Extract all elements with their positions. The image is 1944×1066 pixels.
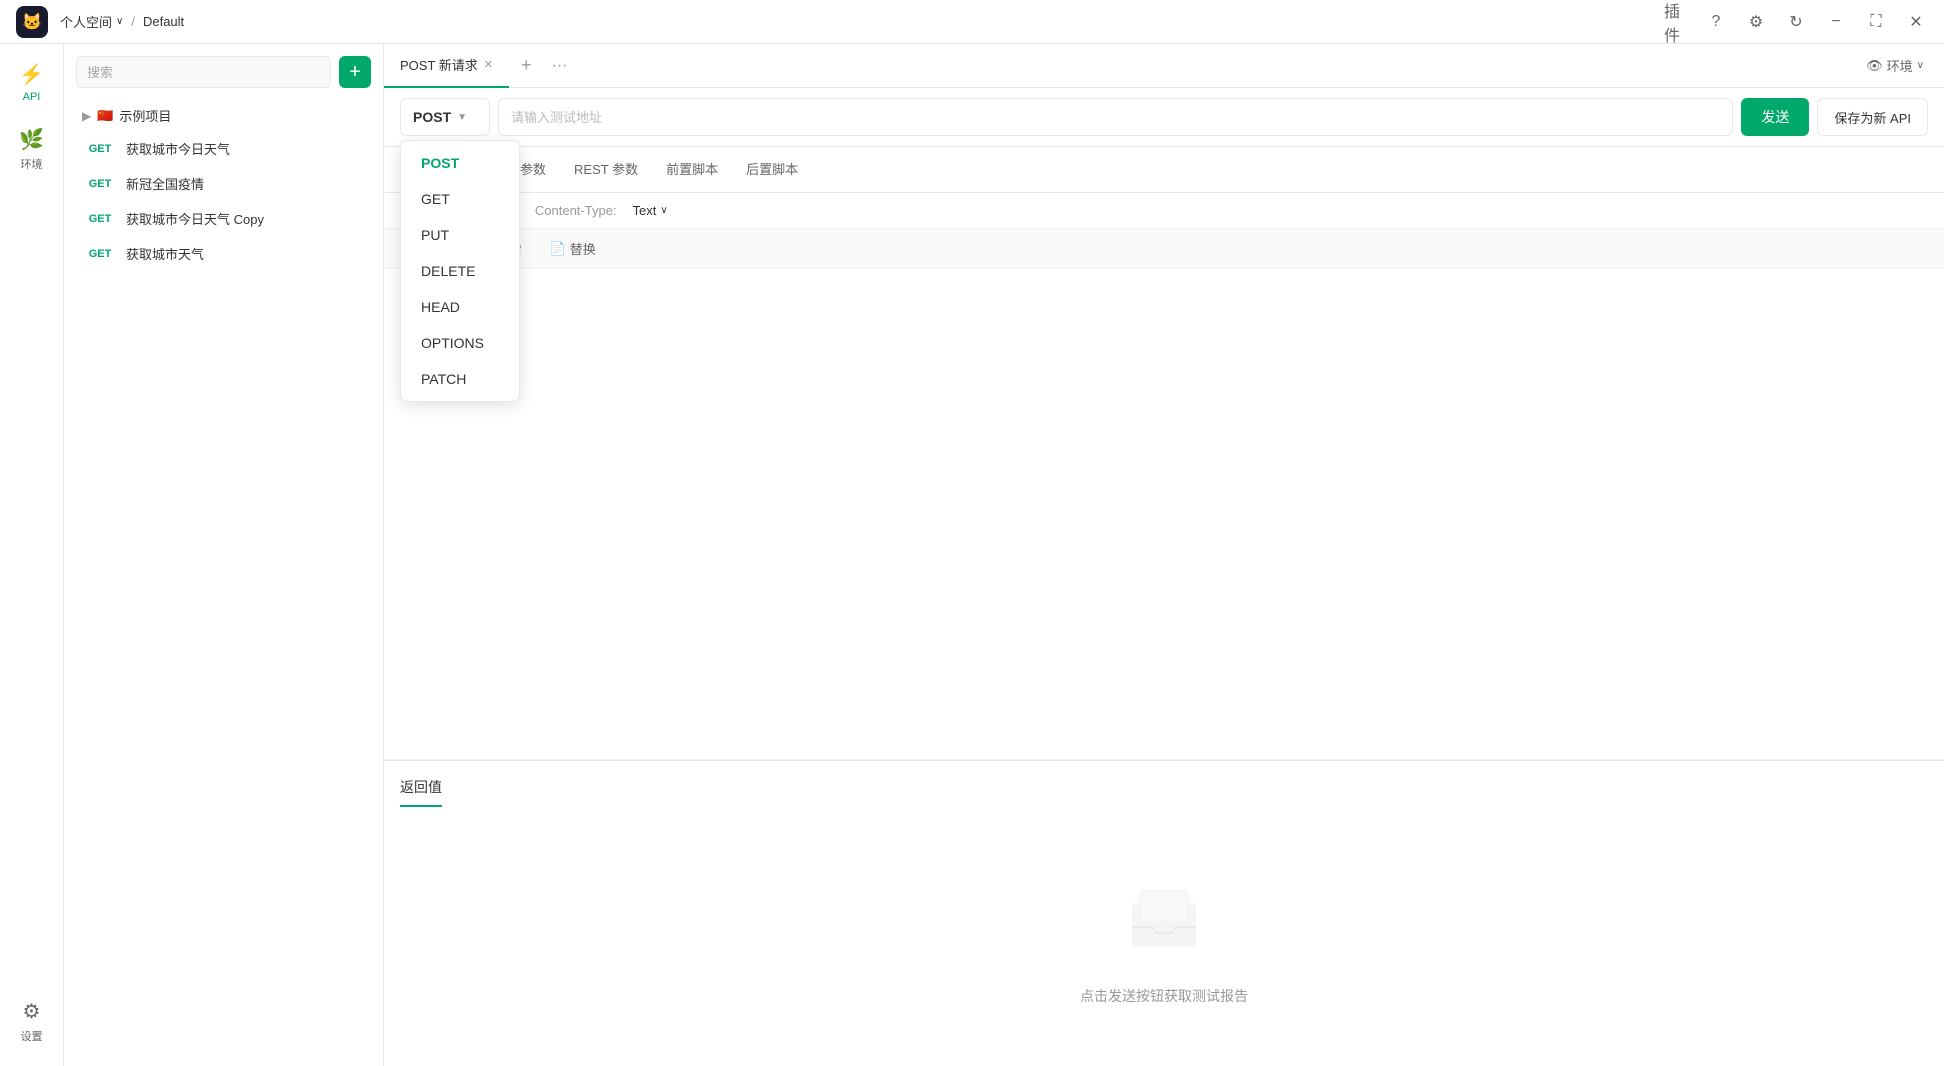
- refresh-icon[interactable]: ↻: [1784, 10, 1808, 34]
- content-type-text: Text: [633, 203, 657, 218]
- return-section: 返回值: [384, 760, 1944, 823]
- request-bar: POST ▼ POST GET PUT DELETE HEAD OPTIONS …: [384, 88, 1944, 147]
- nav-label-api: API: [23, 91, 41, 103]
- empty-text: 点击发送按钮获取测试报告: [1080, 986, 1248, 1006]
- tab-more-button[interactable]: ···: [544, 57, 576, 75]
- folder-icon: 🇨🇳: [97, 108, 113, 124]
- env-chevron-icon: ∨: [1917, 60, 1924, 71]
- method-badge-get: GET: [82, 141, 118, 157]
- tab-pre-script[interactable]: 前置脚本: [652, 147, 732, 192]
- plugins-button[interactable]: 插件: [1664, 10, 1688, 34]
- settings-icon[interactable]: ⚙: [1744, 10, 1768, 34]
- method-label: POST: [413, 109, 451, 125]
- list-item[interactable]: GET 获取城市天气: [76, 236, 371, 271]
- send-button[interactable]: 发送: [1741, 98, 1809, 136]
- request-nav-tabs: 请求体 Query 参数 REST 参数 前置脚本 后置脚本: [384, 147, 1944, 193]
- active-tab[interactable]: POST 新请求 ✕: [384, 44, 509, 88]
- url-input[interactable]: [498, 98, 1733, 136]
- folder-name: 示例项目: [119, 106, 171, 125]
- return-title: 返回值: [400, 777, 442, 807]
- tab-post-script[interactable]: 后置脚本: [732, 147, 812, 192]
- dropdown-item-put[interactable]: PUT: [401, 217, 519, 253]
- editor-toolbar: ⧉ 复制 🔍 搜索 📄 替换: [384, 229, 1944, 269]
- env-icon: 🌿: [19, 127, 44, 152]
- folder-expand-icon: ▶: [82, 109, 91, 123]
- replace-icon: 📄: [550, 241, 566, 257]
- search-input[interactable]: [76, 56, 331, 88]
- project-name: Default: [143, 14, 184, 29]
- env-selector[interactable]: 👁 环境 ∨: [1858, 52, 1932, 79]
- help-icon[interactable]: ?: [1704, 10, 1728, 34]
- api-name: 获取城市今日天气: [126, 139, 230, 158]
- content-area: 返回值 点击发送按钮获取测试报告: [384, 269, 1944, 1066]
- left-nav: ⚡ API 🌿 环境 ⚙ 设置: [0, 44, 64, 1066]
- api-name: 获取城市天气: [126, 244, 204, 263]
- add-api-button[interactable]: +: [339, 56, 371, 88]
- method-badge-get: GET: [82, 176, 118, 192]
- api-icon: ⚡: [19, 62, 44, 87]
- tab-right-actions: 👁 环境 ∨: [1858, 52, 1944, 79]
- api-name: 获取城市今日天气 Copy: [126, 209, 264, 228]
- eye-icon: 👁: [1866, 58, 1883, 74]
- sidebar-search-bar: +: [76, 56, 371, 88]
- workspace-selector[interactable]: 个人空间 ∨: [60, 12, 123, 31]
- method-badge-get: GET: [82, 246, 118, 262]
- method-dropdown-menu: POST GET PUT DELETE HEAD OPTIONS PATCH: [400, 140, 520, 402]
- list-item[interactable]: GET 获取城市今日天气 Copy: [76, 201, 371, 236]
- replace-tool[interactable]: 📄 替换: [542, 235, 604, 262]
- method-chevron-icon: ▼: [457, 112, 467, 123]
- content-type-selector[interactable]: Text ∨: [633, 203, 668, 218]
- tab-rest[interactable]: REST 参数: [560, 147, 652, 192]
- close-icon[interactable]: ✕: [1904, 10, 1928, 34]
- dropdown-item-get[interactable]: GET: [401, 181, 519, 217]
- dropdown-item-delete[interactable]: DELETE: [401, 253, 519, 289]
- content-type-chevron-icon: ∨: [660, 205, 667, 216]
- sidebar: + ▶ 🇨🇳 示例项目 GET 获取城市今日天气 GET 新冠全国疫情 GET …: [64, 44, 384, 1066]
- titlebar-actions: 插件 ? ⚙ ↻ − ⛶ ✕: [1664, 10, 1928, 34]
- nav-label-env: 环境: [21, 156, 43, 172]
- minimize-icon[interactable]: −: [1824, 10, 1848, 34]
- list-item[interactable]: GET 新冠全国疫情: [76, 166, 371, 201]
- replace-label: 替换: [570, 239, 596, 258]
- tab-bar: POST 新请求 ✕ + ··· 👁 环境 ∨: [384, 44, 1944, 88]
- nav-item-settings[interactable]: ⚙ 设置: [4, 989, 60, 1054]
- list-item[interactable]: GET 获取城市今日天气: [76, 131, 371, 166]
- nav-item-env[interactable]: 🌿 环境: [4, 117, 60, 182]
- app-logo: 🐱: [16, 6, 48, 38]
- breadcrumb-separator: /: [131, 14, 135, 29]
- method-badge-get: GET: [82, 211, 118, 227]
- api-name: 新冠全国疫情: [126, 174, 204, 193]
- settings-nav-icon: ⚙: [23, 999, 41, 1024]
- tab-label: POST 新请求: [400, 55, 478, 74]
- body-toolbar: Raw Binary Content-Type: Text ∨: [384, 193, 1944, 229]
- editor-area[interactable]: [384, 269, 1944, 760]
- method-dropdown-button[interactable]: POST ▼: [400, 98, 490, 136]
- empty-inbox-icon: [1124, 883, 1204, 970]
- content-type-label: Content-Type:: [535, 203, 617, 218]
- dropdown-item-post[interactable]: POST: [401, 145, 519, 181]
- method-dropdown-container: POST ▼ POST GET PUT DELETE HEAD OPTIONS …: [400, 98, 490, 136]
- env-label: 环境: [1887, 56, 1913, 75]
- maximize-icon[interactable]: ⛶: [1864, 10, 1888, 34]
- dropdown-item-options[interactable]: OPTIONS: [401, 325, 519, 361]
- nav-label-settings: 设置: [21, 1028, 43, 1044]
- workspace-chevron: ∨: [116, 16, 123, 27]
- nav-item-api[interactable]: ⚡ API: [4, 52, 60, 113]
- main-content: POST 新请求 ✕ + ··· 👁 环境 ∨ POST ▼ POST GET …: [384, 44, 1944, 1066]
- dropdown-item-patch[interactable]: PATCH: [401, 361, 519, 397]
- dropdown-item-head[interactable]: HEAD: [401, 289, 519, 325]
- tab-close-icon[interactable]: ✕: [484, 58, 493, 71]
- save-api-button[interactable]: 保存为新 API: [1817, 98, 1928, 136]
- titlebar: 🐱 个人空间 ∨ / Default 插件 ? ⚙ ↻ − ⛶ ✕: [0, 0, 1944, 44]
- tab-add-button[interactable]: +: [509, 55, 544, 76]
- empty-state: 点击发送按钮获取测试报告: [384, 823, 1944, 1066]
- folder-row[interactable]: ▶ 🇨🇳 示例项目: [76, 100, 371, 131]
